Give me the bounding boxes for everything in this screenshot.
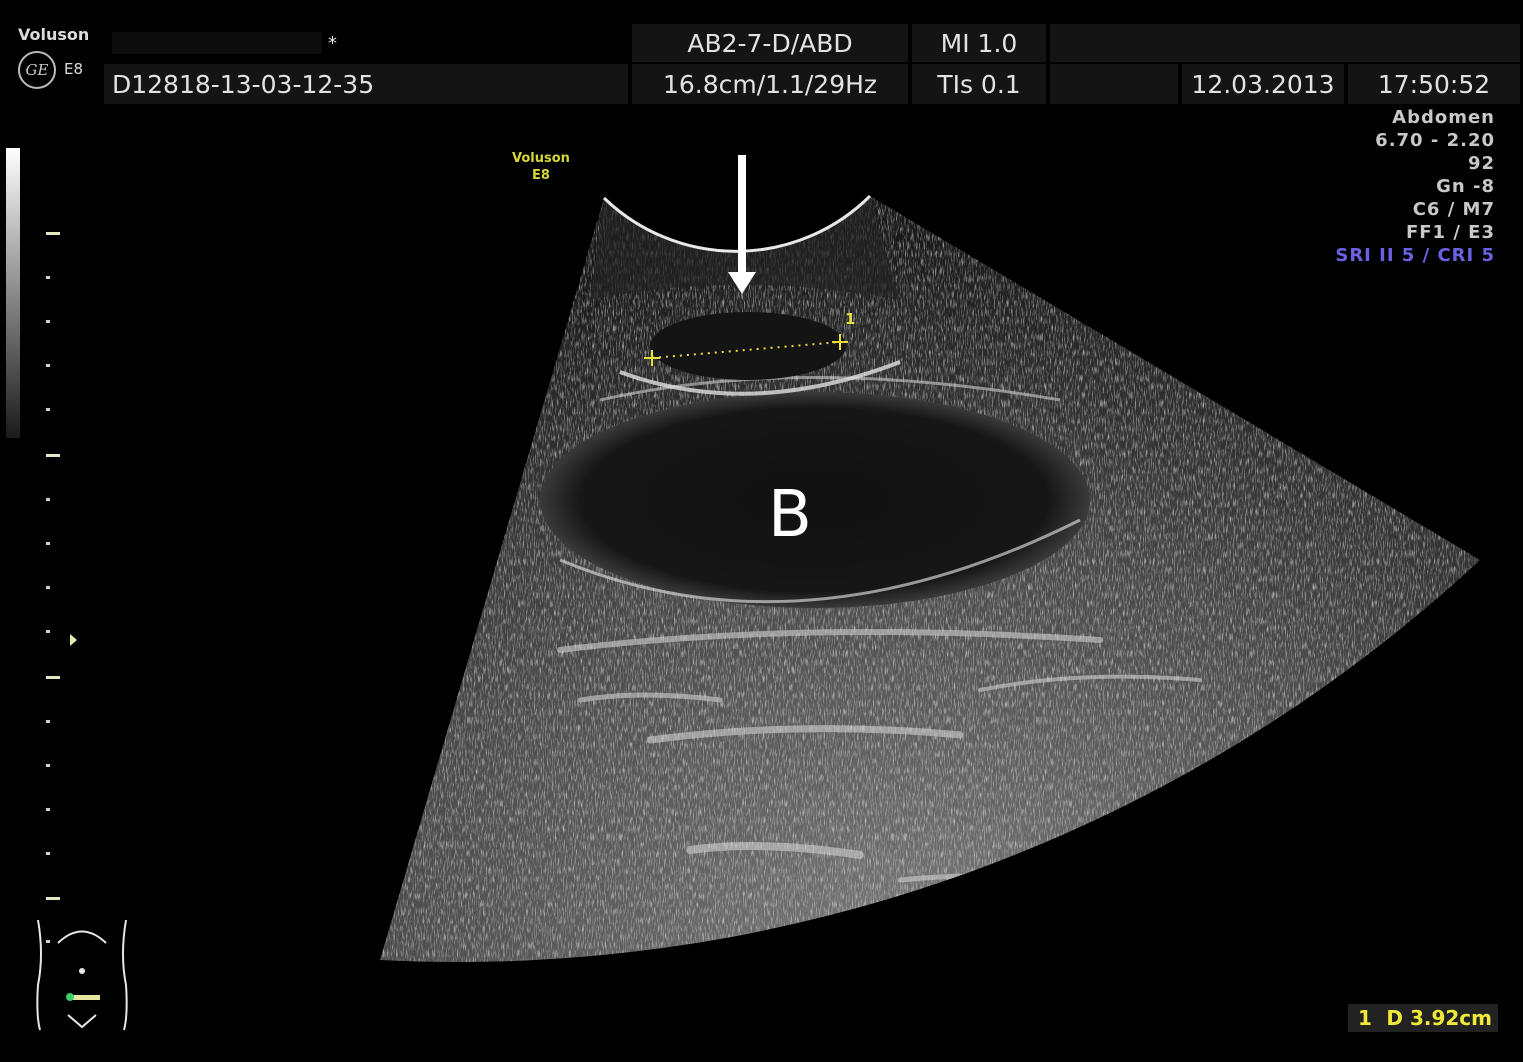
brand-name: Voluson [18, 25, 90, 44]
patient-name-cell: * [104, 24, 628, 62]
param-map: C6 / M7 [1412, 199, 1495, 220]
patient-marker: * [328, 32, 337, 54]
depth-tick [46, 630, 50, 633]
depth-tick [46, 320, 50, 323]
depth-tick [46, 232, 60, 235]
param-preset: Abdomen [1392, 107, 1495, 128]
brand-model: E8 [64, 60, 84, 78]
depth-tick [46, 676, 60, 679]
depth-tick [46, 852, 50, 855]
depth-frequency: 16.8cm/1.1/29Hz [632, 64, 908, 104]
exam-date: 12.03.2013 [1182, 64, 1344, 104]
brand-block: Voluson GE E8 [0, 22, 102, 102]
depth-tick [46, 586, 50, 589]
measurement-index: 1 [1358, 1006, 1372, 1030]
thermal-index: TIs 0.1 [912, 64, 1046, 104]
depth-tick [46, 542, 50, 545]
depth-tick [46, 454, 60, 457]
depth-tick [46, 364, 50, 367]
measurement-value: D 3.92cm [1386, 1006, 1492, 1030]
measurement-result: 1 D 3.92cm [1348, 1004, 1498, 1032]
ultrasound-image [380, 155, 1480, 963]
probe-position-marker [70, 995, 100, 1000]
pointer-arrow [728, 155, 756, 294]
focus-marker-icon [70, 634, 77, 646]
exam-time: 17:50:52 [1348, 64, 1520, 104]
organ-label: B [768, 478, 812, 552]
header-empty-top [1050, 24, 1520, 62]
param-power: 92 [1467, 153, 1495, 174]
grayscale-bar [6, 148, 20, 438]
param-gain: Gn -8 [1436, 176, 1495, 197]
parameter-panel: Abdomen 6.70 - 2.20 92 Gn -8 C6 / M7 FF1… [1335, 106, 1495, 267]
depth-tick [46, 764, 50, 767]
depth-tick [46, 498, 50, 501]
depth-tick [46, 897, 60, 900]
watermark-brand: Voluson [512, 151, 570, 166]
param-frequency: 6.70 - 2.20 [1375, 130, 1495, 151]
mechanical-index: MI 1.0 [912, 24, 1046, 62]
watermark: Voluson E8 [512, 150, 570, 184]
body-marker-icon [36, 919, 128, 1031]
ge-logo-icon: GE [18, 51, 56, 89]
depth-tick [46, 408, 50, 411]
param-filter: FF1 / E3 [1405, 222, 1495, 243]
header-empty-bottom [1050, 64, 1178, 104]
depth-tick [46, 276, 50, 279]
header-bar: Voluson GE E8 * D12818-13-03-12-35 AB2-7… [0, 0, 1523, 108]
caliper-index-label: 1 [845, 310, 856, 328]
watermark-model: E8 [531, 168, 550, 183]
study-id: D12818-13-03-12-35 [104, 64, 628, 104]
param-sri-cri: SRI II 5 / CRI 5 [1335, 245, 1495, 266]
probe-preset: AB2-7-D/ABD [632, 24, 908, 62]
depth-tick [46, 720, 50, 723]
depth-tick [46, 808, 50, 811]
